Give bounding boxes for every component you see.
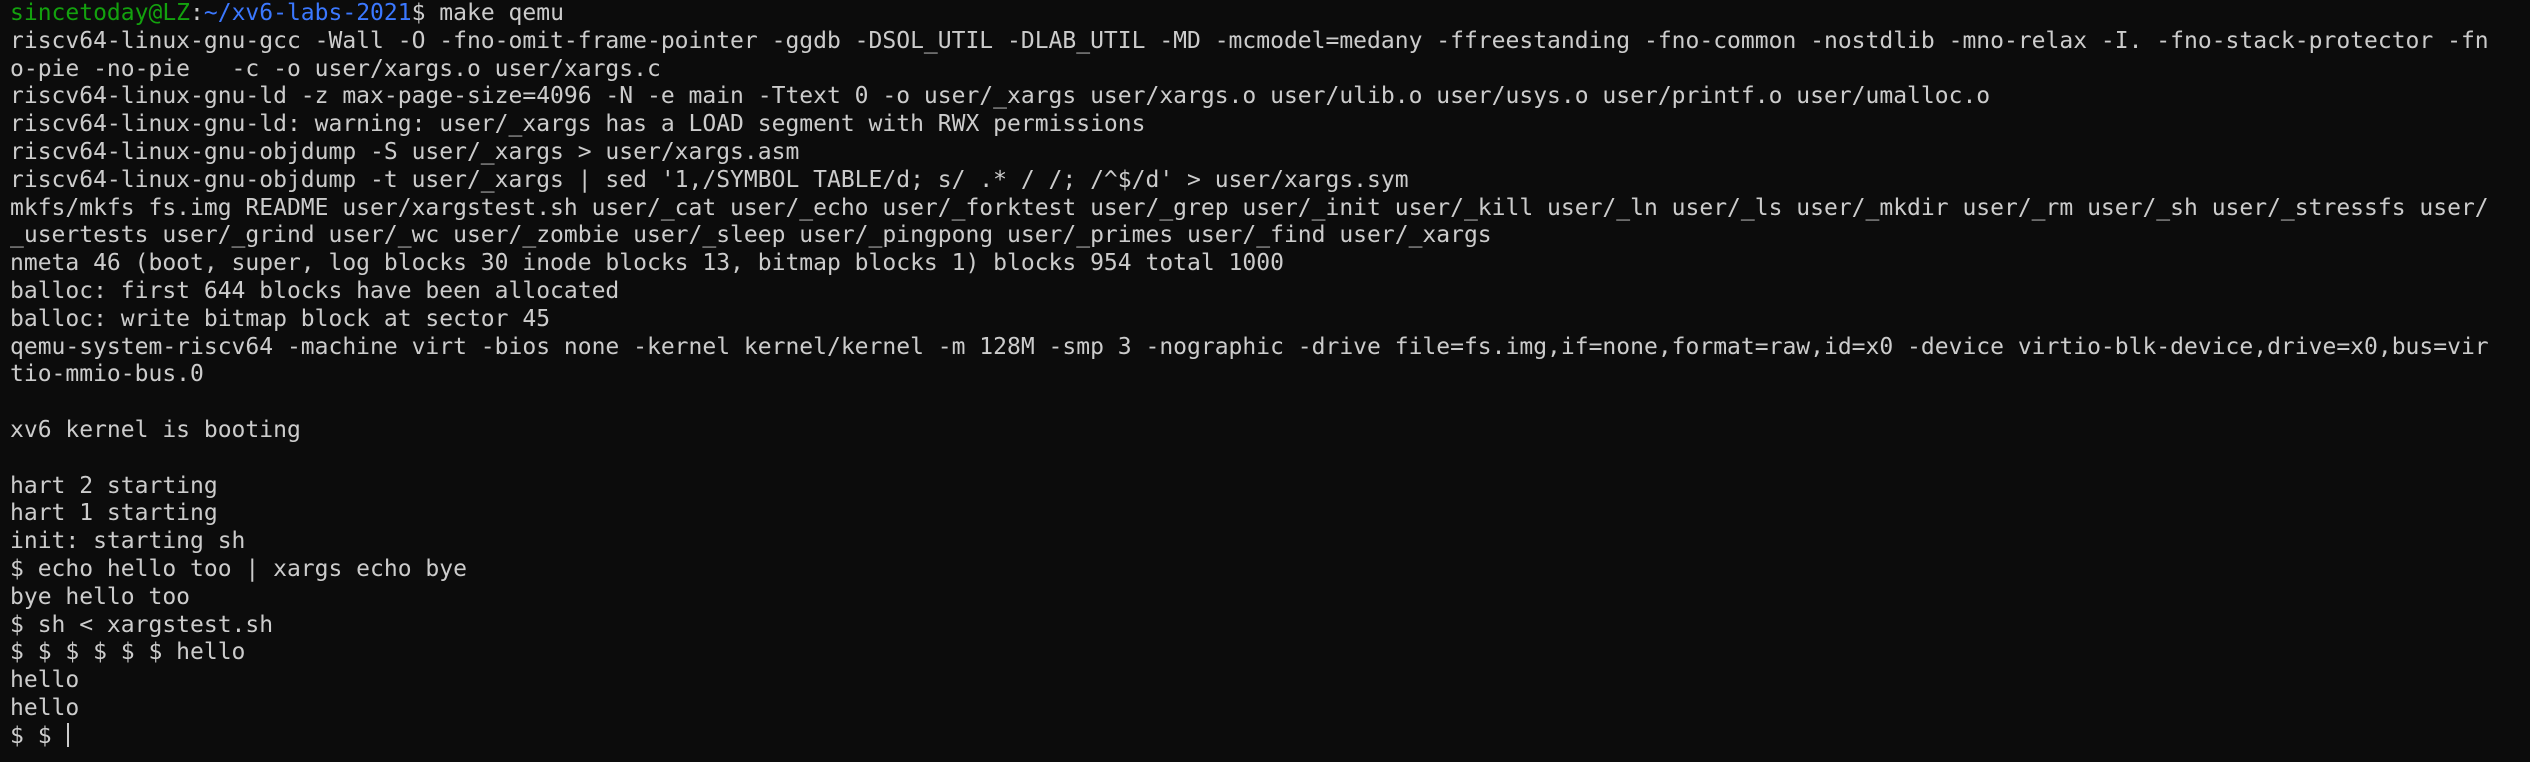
- terminal-output: riscv64-linux-gnu-gcc -Wall -O -fno-omit…: [10, 28, 2520, 723]
- output-line: $ sh < xargstest.sh: [10, 611, 274, 638]
- prompt-path: ~/xv6-labs-2021: [203, 0, 412, 26]
- output-line: mkfs/mkfs fs.img README user/xargstest.s…: [10, 194, 2489, 221]
- output-line: qemu-system-riscv64 -machine virt -bios …: [10, 333, 2489, 360]
- output-line: riscv64-linux-gnu-ld: warning: user/_xar…: [10, 111, 1146, 138]
- output-line: bye hello too: [10, 583, 191, 610]
- prompt-line: sincetoday@LZ:~/xv6-labs-2021$ make qemu: [10, 0, 2520, 28]
- output-line: balloc: first 644 blocks have been alloc…: [10, 277, 620, 304]
- input-line[interactable]: $ $: [10, 722, 2520, 751]
- output-line: hello: [10, 667, 80, 694]
- output-line: riscv64-linux-gnu-objdump -S user/_xargs…: [10, 138, 800, 165]
- prompt-symbol: $: [411, 0, 440, 26]
- output-line: hello: [10, 694, 80, 721]
- output-line: riscv64-linux-gnu-objdump -t user/_xargs…: [10, 166, 1409, 193]
- output-line: hart 1 starting: [10, 500, 218, 527]
- output-line: tio-mmio-bus.0: [10, 361, 204, 388]
- prompt-command: make qemu: [439, 0, 564, 26]
- terminal-window[interactable]: sincetoday@LZ:~/xv6-labs-2021$ make qemu…: [0, 0, 2530, 762]
- output-line: nmeta 46 (boot, super, log blocks 30 ino…: [10, 250, 1284, 277]
- output-line: _usertests user/_grind user/_wc user/_zo…: [10, 222, 1492, 249]
- output-line: o-pie -no-pie -c -o user/xargs.o user/xa…: [10, 55, 661, 82]
- output-line: xv6 kernel is booting: [10, 416, 301, 443]
- output-line: hart 2 starting: [10, 472, 218, 499]
- output-line: init: starting sh: [10, 528, 246, 555]
- text-cursor: [67, 722, 70, 747]
- output-line: $ echo hello too | xargs echo bye: [10, 555, 467, 582]
- input-prompt: $ $: [10, 722, 66, 749]
- output-line: riscv64-linux-gnu-gcc -Wall -O -fno-omit…: [10, 27, 2489, 54]
- prompt-separator: :: [190, 0, 204, 26]
- output-line: $ $ $ $ $ $ hello: [10, 639, 246, 666]
- output-line: balloc: write bitmap block at sector 45: [10, 305, 551, 332]
- prompt-user-host: sincetoday@LZ: [10, 0, 191, 26]
- output-line: riscv64-linux-gnu-ld -z max-page-size=40…: [10, 83, 1991, 110]
